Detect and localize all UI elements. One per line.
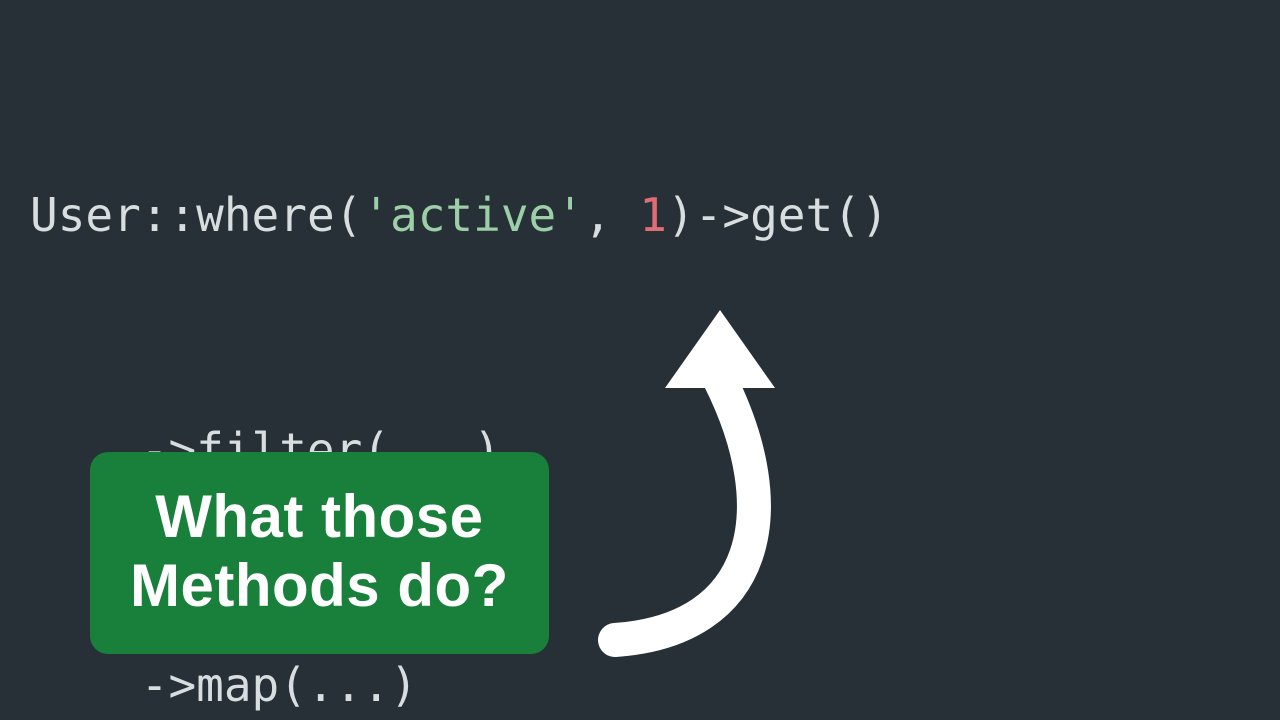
callout-line-1: What those bbox=[130, 482, 509, 551]
code-string: 'active' bbox=[362, 188, 584, 242]
callout-box: What those Methods do? bbox=[90, 452, 549, 654]
code-text: User::where( bbox=[30, 188, 362, 242]
code-number: 1 bbox=[639, 188, 667, 242]
code-text: )->get() bbox=[667, 188, 889, 242]
code-line-3: ->map(...) bbox=[30, 646, 889, 720]
thumbnail-canvas: User::where('active', 1)->get() ->filter… bbox=[0, 0, 1280, 720]
code-line-1: User::where('active', 1)->get() bbox=[30, 176, 889, 254]
code-text: , bbox=[584, 188, 639, 242]
callout-line-2: Methods do? bbox=[130, 551, 509, 620]
code-text: ->map(...) bbox=[141, 658, 418, 712]
